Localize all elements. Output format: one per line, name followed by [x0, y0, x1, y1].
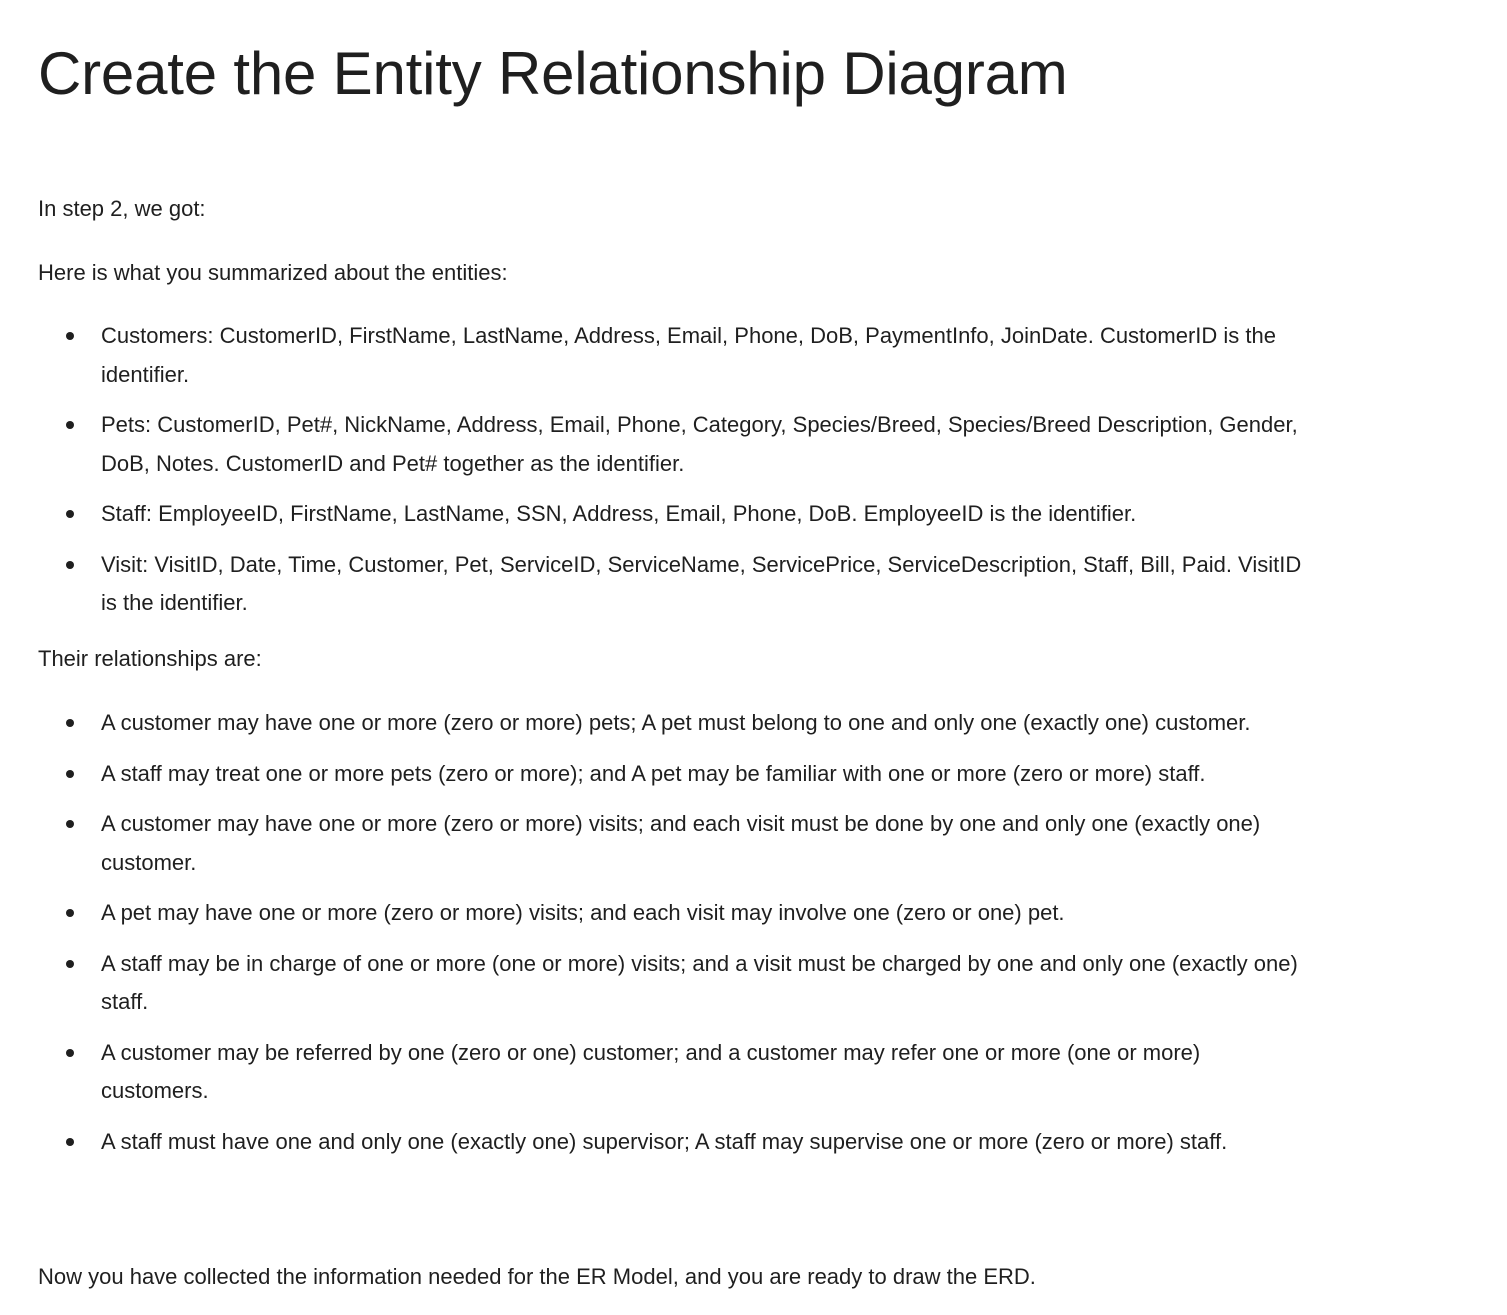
relationship-text: A customer may have one or more (zero or…	[101, 811, 1261, 875]
relationships-intro-text: Their relationships are:	[38, 646, 262, 671]
document-page: Create the Entity Relationship Diagram I…	[0, 0, 1507, 1315]
entity-customers-text: Customers: CustomerID, FirstName, LastNa…	[101, 323, 1276, 387]
page-title: Create the Entity Relationship Diagram	[38, 40, 1068, 107]
entity-staff-text: Staff: EmployeeID, FirstName, LastName, …	[101, 501, 1137, 526]
entities-intro-text: Here is what you summarized about the en…	[38, 260, 508, 285]
entity-visit-text: Visit: VisitID, Date, Time, Customer, Pe…	[101, 551, 1302, 616]
intro-text: In step 2, we got:	[38, 196, 206, 221]
list-item: A customer may have one or more (zero or…	[38, 805, 1308, 882]
list-item: Staff: EmployeeID, FirstName, LastName, …	[38, 495, 1308, 534]
list-item: A customer may be referred by one (zero …	[38, 1034, 1308, 1111]
entity-pets-text: Pets: CustomerID, Pet#, NickName, Addres…	[101, 412, 1298, 476]
relationship-text: A pet may have one or more (zero or more…	[101, 900, 1065, 925]
relationship-text: A staff may be in charge of one or more …	[101, 950, 1298, 1015]
relationship-text: A customer may have one or more (zero or…	[101, 710, 1251, 735]
relationship-text: A staff must have one and only one (exac…	[101, 1128, 1228, 1154]
list-item: Pets: CustomerID, Pet#, NickName, Addres…	[38, 406, 1308, 483]
list-item: A pet may have one or more (zero or more…	[38, 894, 1308, 933]
relationship-text: A customer may be referred by one (zero …	[101, 1039, 1201, 1104]
relationship-text: A staff may treat one or more pets (zero…	[101, 760, 1206, 786]
list-item: Visit: VisitID, Date, Time, Customer, Pe…	[38, 546, 1308, 623]
list-item: A staff may be in charge of one or more …	[38, 945, 1308, 1022]
relationships-list: A customer may have one or more (zero or…	[38, 704, 1308, 1173]
list-item: Customers: CustomerID, FirstName, LastNa…	[38, 317, 1308, 394]
entities-list: Customers: CustomerID, FirstName, LastNa…	[38, 317, 1308, 635]
conclusion-text: Now you have collected the information n…	[38, 1264, 1036, 1289]
list-item: A staff may treat one or more pets (zero…	[38, 755, 1308, 794]
list-item: A customer may have one or more (zero or…	[38, 704, 1308, 743]
list-item: A staff must have one and only one (exac…	[38, 1123, 1308, 1162]
